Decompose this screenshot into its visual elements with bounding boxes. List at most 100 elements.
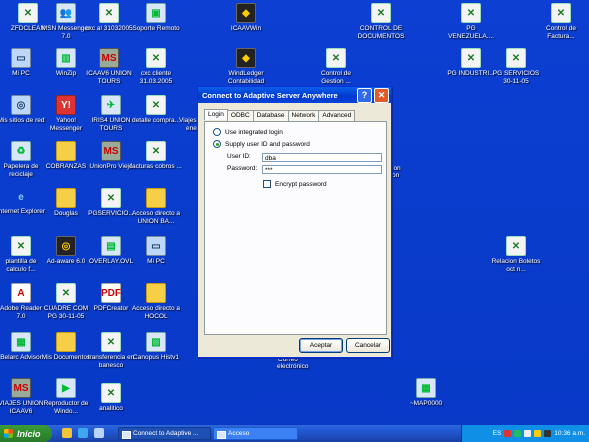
xls-icon: ✕	[146, 95, 166, 115]
supply-credentials-radio[interactable]	[213, 140, 221, 148]
red-icon: Y!	[56, 95, 76, 115]
tray-volume-icon[interactable]	[524, 430, 532, 437]
desktop-icon-analitico[interactable]: ✕ analitico	[85, 383, 137, 413]
desktop-icon-label: ICAAV6 UNION TOURS	[86, 70, 132, 85]
desktop-icon-icaav6-union-tours[interactable]: MS ICAAV6 UNION TOURS	[83, 48, 135, 85]
dialog-tabs: Login ODBC Database Network Advanced	[204, 109, 356, 121]
window-icon	[122, 431, 131, 439]
desktop-icon-label: detalle compra...	[131, 117, 181, 124]
folder-quicklaunch-icon[interactable]	[62, 428, 72, 438]
desktop-icon-cxc-cliente-31-03-2005[interactable]: ✕ cxc cliente 31.03.2005	[130, 48, 182, 85]
tray-security-icon[interactable]	[534, 430, 542, 437]
dark-icon: ◆	[236, 48, 256, 68]
desktop-icon-label: Control de Gestion ...	[321, 70, 351, 85]
pc-icon: ◎	[11, 95, 31, 115]
desktop-icon-control-de-factura[interactable]: ✕ Control de Factura...	[535, 3, 587, 40]
app-icon: ♻	[11, 141, 31, 161]
ie-icon: e	[18, 191, 24, 203]
ok-button[interactable]: Aceptar	[299, 338, 343, 353]
desktop-icon-cxc-al-31032005[interactable]: ✕ cxc al 31032005	[83, 3, 135, 33]
desktop-icon-mi-pc[interactable]: ▭ Mi PC	[130, 236, 182, 266]
supply-credentials-label: Supply user ID and password	[225, 140, 310, 148]
encrypt-password-option[interactable]: Encrypt password	[263, 180, 327, 188]
password-input[interactable]: ***	[262, 165, 382, 174]
app-icon: ▤	[101, 236, 121, 256]
cancel-button[interactable]: Cancelar	[346, 338, 390, 353]
tab-network[interactable]: Network	[287, 110, 320, 121]
tab-login[interactable]: Login	[204, 109, 228, 120]
partial-icon-label: ion	[392, 165, 401, 172]
tray-app-icon[interactable]	[504, 430, 512, 437]
tray-network-icon[interactable]	[514, 430, 522, 437]
integrated-login-option[interactable]: Use integrated login	[213, 128, 283, 136]
folder-icon	[56, 332, 76, 352]
desktop-icon-label: Acceso directo a UNION BA...	[131, 210, 181, 225]
window-icon	[217, 431, 226, 439]
app-icon: ▦	[416, 378, 436, 398]
desktop-icon-label: CONTROL DE DOCUMENTOS	[357, 25, 405, 40]
language-indicator[interactable]: ES	[493, 430, 502, 437]
desktop-icon-pg-venezuela[interactable]: ✕ PG VENEZUELA....	[445, 3, 497, 40]
desktop-icon-label: Acceso directo a HOCOL	[131, 305, 181, 320]
desktop-icon-relacion-boletos-oct-n[interactable]: ✕ Relacion Boletos oct n...	[490, 236, 542, 273]
tab-advanced[interactable]: Advanced	[318, 110, 356, 121]
desktop-icon-detalle-compra[interactable]: ✕ detalle compra...	[130, 95, 182, 125]
desktop-icon-label: WindLedger Contabilidad	[227, 70, 265, 85]
start-button[interactable]: Inicio	[0, 425, 52, 442]
tray-monitor-icon[interactable]	[544, 430, 552, 437]
folder-icon	[56, 188, 76, 208]
desktop-icon-label: ~MAP0000	[409, 400, 443, 407]
task-acceso[interactable]: Acceso	[213, 427, 298, 440]
tab-odbc[interactable]: ODBC	[226, 110, 254, 121]
show-desktop-icon[interactable]	[94, 428, 104, 438]
desktop-icon-icaavwin[interactable]: ◆ ICAAVWin	[220, 3, 272, 33]
desktop-icon-pg-servicios-30-11-05[interactable]: ✕ PG SERVICIOS 30-11-05	[490, 48, 542, 85]
tab-database[interactable]: Database	[252, 110, 289, 121]
dialog-titlebar[interactable]: Connect to Adaptive Server Anywhere ? ✕	[198, 87, 391, 103]
dark-icon: ◆	[236, 3, 256, 23]
pdf-icon: PDF	[101, 283, 121, 303]
ms-icon: MS	[99, 48, 119, 68]
encrypt-password-checkbox[interactable]	[263, 180, 271, 188]
desktop-icon-windledger-contabilidad[interactable]: ◆ WindLedger Contabilidad	[220, 48, 272, 85]
user-id-input[interactable]: dba	[262, 153, 382, 162]
desktop-icon-soporte-remoto[interactable]: ▣ Soporte Remoto	[130, 3, 182, 33]
pc-icon: ▭	[146, 236, 166, 256]
start-label: Inicio	[17, 428, 41, 439]
desktop-icon-map0000[interactable]: ▦ ~MAP0000	[400, 378, 452, 408]
xls-icon: ✕	[506, 48, 526, 68]
task-connect-dialog[interactable]: Connect to Adaptive ...	[118, 427, 211, 440]
app-icon: ▣	[146, 3, 166, 23]
desktop-icon-facturas-cobros[interactable]: ✕ facturas cobros ...	[130, 141, 182, 171]
xls-icon: ✕	[506, 236, 526, 256]
ie-quicklaunch-icon[interactable]	[78, 428, 88, 438]
desktop-icon-label: Soporte Remoto	[132, 25, 180, 32]
app-icon: ▦	[11, 332, 31, 352]
app-icon: 👥	[56, 3, 76, 23]
xls-icon: ✕	[371, 3, 391, 23]
xls-icon: ✕	[101, 332, 121, 352]
encrypt-password-label: Encrypt password	[275, 180, 327, 188]
desktop-icon-label: PG VENEZUELA....	[448, 25, 494, 40]
integrated-login-radio[interactable]	[213, 128, 221, 136]
supply-credentials-option[interactable]: Supply user ID and password	[213, 140, 310, 148]
desktop-icon-canopus-histv1[interactable]: ▧ Canopus Histv1	[130, 332, 182, 362]
desktop-icon-label: analitico	[99, 405, 123, 412]
xls-icon: ✕	[146, 141, 166, 161]
partial-icon-label: on	[392, 172, 400, 179]
close-button[interactable]: ✕	[374, 87, 389, 103]
desktop-icon-control-de-documentos[interactable]: ✕ CONTROL DE DOCUMENTOS	[355, 3, 407, 40]
help-button[interactable]: ?	[357, 87, 372, 103]
desktop-icon-label: cxc al 31032005	[85, 25, 133, 32]
desktop-icon-acceso-directo-a-union-ba[interactable]: Acceso directo a UNION BA...	[130, 188, 182, 225]
app-icon: ✈	[101, 95, 121, 115]
folder-icon	[56, 141, 76, 161]
xls-icon: ✕	[101, 383, 121, 403]
desktop-icon-acceso-directo-a-hocol[interactable]: Acceso directo a HOCOL	[130, 283, 182, 320]
desktop-icon-label: ICAAVWin	[230, 25, 262, 32]
xls-icon: ✕	[461, 48, 481, 68]
pc-icon: ▭	[11, 48, 31, 68]
desktop-icon-control-de-gestion[interactable]: ✕ Control de Gestion ...	[310, 48, 362, 85]
partial-icon-label: Viajes	[179, 117, 197, 124]
desktop-icon-label: Canopus Histv1	[133, 354, 179, 361]
